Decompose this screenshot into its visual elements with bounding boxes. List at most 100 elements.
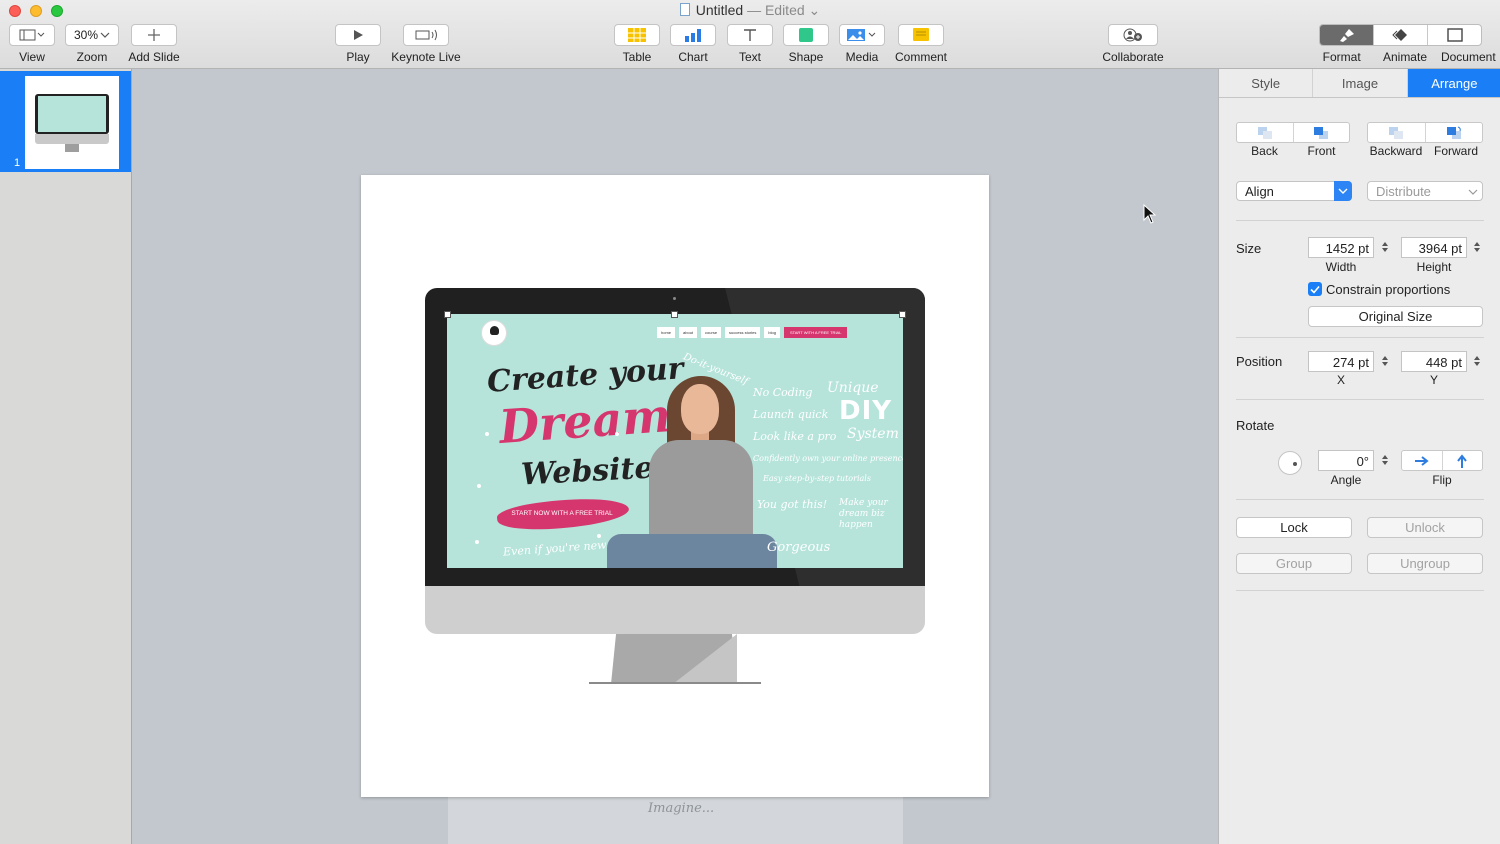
site-menu-item: success stories <box>725 327 761 338</box>
flip-vertical-button[interactable] <box>1443 451 1483 470</box>
collaborate-tool[interactable]: Collaborate <box>1100 24 1166 66</box>
send-backward-icon <box>1389 126 1404 139</box>
media-button[interactable] <box>839 24 885 46</box>
feature-launch-quick: Launch quick <box>753 408 829 421</box>
backward-button[interactable] <box>1368 123 1426 142</box>
inspector-tabs: Style Image Arrange <box>1219 69 1500 98</box>
front-button[interactable] <box>1294 123 1350 142</box>
shape-tool[interactable]: Shape <box>783 24 829 66</box>
gorgeous-text: Gorgeous <box>767 540 831 555</box>
tab-arrange[interactable]: Arrange <box>1407 69 1500 97</box>
inspector-mode-labels: Format Animate Document <box>1310 50 1500 64</box>
width-stepper[interactable] <box>1380 237 1389 257</box>
confidently-text: Confidently own your online presence <box>753 454 903 463</box>
flip-horizontal-button[interactable] <box>1402 451 1443 470</box>
text-tool[interactable]: Text <box>727 24 773 66</box>
thumbnail-screen <box>38 96 106 132</box>
selection-handle-top-middle[interactable] <box>671 311 678 318</box>
website-screenshot-image[interactable]: home about course success stories blog S… <box>447 314 903 568</box>
document-icon <box>1446 28 1463 42</box>
zoom-tool[interactable]: 30% Zoom <box>64 24 120 66</box>
slide-canvas[interactable]: Imagine... home about course success sto… <box>132 69 1218 844</box>
angle-stepper[interactable] <box>1380 450 1389 470</box>
divider <box>1236 499 1484 500</box>
angle-field[interactable]: 0° <box>1318 450 1374 471</box>
x-label: X <box>1336 373 1345 387</box>
ungroup-button[interactable]: Ungroup <box>1367 553 1483 574</box>
checkmark-icon <box>1310 285 1320 294</box>
chevron-down-icon[interactable]: ⌄ <box>805 2 821 18</box>
woman-photo <box>601 366 777 568</box>
table-tool[interactable]: Table <box>614 24 660 66</box>
x-position-stepper[interactable] <box>1380 351 1389 371</box>
zoom-popup[interactable]: 30% <box>65 24 119 46</box>
table-button[interactable] <box>614 24 660 46</box>
angle-label: Angle <box>1330 473 1362 487</box>
align-popup[interactable]: Align <box>1236 181 1352 201</box>
keynote-live-button[interactable] <box>403 24 449 46</box>
keynote-live-label: Keynote Live <box>391 50 461 64</box>
you-got-this-text: You got this! <box>757 498 828 511</box>
tab-image[interactable]: Image <box>1313 69 1408 97</box>
edited-status[interactable]: — Edited <box>747 2 805 18</box>
site-menu-item: home <box>657 327 676 338</box>
format-label: Format <box>1322 50 1361 64</box>
slide-thumbnail-selected[interactable]: 1 <box>0 71 131 172</box>
constrain-proportions-checkbox[interactable] <box>1308 282 1322 296</box>
format-button[interactable] <box>1320 25 1374 45</box>
play-label: Play <box>346 50 370 64</box>
thumbnail-monitor <box>35 94 109 134</box>
table-icon <box>628 28 646 42</box>
site-cta-button: START WITH A FREE TRIAL <box>783 327 848 338</box>
flip-control <box>1401 450 1483 471</box>
add-slide-tool[interactable]: Add Slide <box>126 24 182 66</box>
collaborate-button[interactable] <box>1108 24 1158 46</box>
paintbrush-icon <box>1339 29 1354 42</box>
selection-handle-top-left[interactable] <box>444 311 451 318</box>
media-tool[interactable]: Media <box>839 24 885 66</box>
comment-button[interactable] <box>898 24 944 46</box>
chart-tool[interactable]: Chart <box>670 24 716 66</box>
slide[interactable]: home about course success stories blog S… <box>361 175 989 797</box>
distribute-popup[interactable]: Distribute <box>1367 181 1483 201</box>
tab-style[interactable]: Style <box>1219 69 1314 97</box>
forward-button[interactable] <box>1426 123 1483 142</box>
y-position-stepper[interactable] <box>1472 351 1481 371</box>
height-stepper[interactable] <box>1472 237 1481 257</box>
arrow-up-icon <box>1457 453 1468 468</box>
zoom-label: Zoom <box>76 50 108 64</box>
play-tool[interactable]: Play <box>334 24 382 66</box>
keynote-live-tool[interactable]: Keynote Live <box>390 24 462 66</box>
chart-label: Chart <box>678 50 708 64</box>
height-field[interactable]: 3964 pt <box>1401 237 1467 258</box>
chart-button[interactable] <box>670 24 716 46</box>
lock-button[interactable]: Lock <box>1236 517 1352 538</box>
bring-forward-icon <box>1446 126 1461 139</box>
y-position-field[interactable]: 448 pt <box>1401 351 1467 372</box>
width-label: Width <box>1325 260 1357 274</box>
selection-handle-top-right[interactable] <box>899 311 906 318</box>
animate-button[interactable] <box>1374 25 1428 45</box>
offslide-image-area[interactable]: Imagine... <box>448 796 903 844</box>
back-button[interactable] <box>1237 123 1294 142</box>
view-button[interactable] <box>9 24 55 46</box>
width-field[interactable]: 1452 pt <box>1308 237 1374 258</box>
collaborate-icon <box>1123 28 1142 42</box>
rotate-dial[interactable] <box>1278 451 1302 475</box>
jeans <box>607 534 777 568</box>
text-button[interactable] <box>727 24 773 46</box>
shape-button[interactable] <box>783 24 829 46</box>
original-size-button[interactable]: Original Size <box>1308 306 1483 327</box>
play-button[interactable] <box>335 24 381 46</box>
document-button[interactable] <box>1428 25 1481 45</box>
feature-look-like-a-pro: Look like a pro <box>753 430 837 443</box>
x-position-field[interactable]: 274 pt <box>1308 351 1374 372</box>
add-slide-button[interactable] <box>131 24 177 46</box>
group-button[interactable]: Group <box>1236 553 1352 574</box>
play-icon <box>354 30 363 40</box>
comment-tool[interactable]: Comment <box>895 24 947 66</box>
unlock-button[interactable]: Unlock <box>1367 517 1483 538</box>
site-logo <box>481 320 507 346</box>
slide-thumbnail[interactable] <box>25 76 119 169</box>
view-tool[interactable]: View <box>8 24 56 66</box>
